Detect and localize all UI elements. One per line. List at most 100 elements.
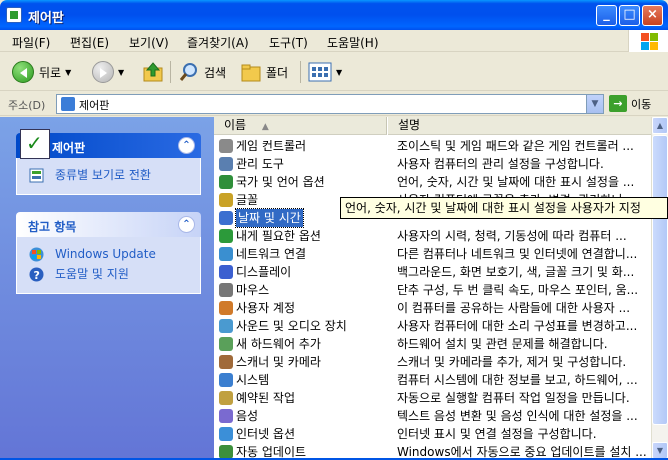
forward-button[interactable]: ▼: [92, 60, 124, 84]
menu-file[interactable]: 파일(F): [12, 34, 50, 51]
menu-favorites[interactable]: 즐겨찾기(A): [187, 34, 249, 51]
item-icon: [219, 409, 233, 423]
toolbar-separator: [170, 61, 171, 83]
help-and-support-link[interactable]: ? 도움말 및 지원: [17, 265, 200, 285]
control-panel-icon: [61, 97, 75, 111]
item-name: 날짜 및 시간: [235, 208, 304, 228]
forward-arrow-icon: [92, 61, 114, 83]
scroll-thumb[interactable]: [652, 135, 668, 425]
list-item[interactable]: 새 하드웨어 추가 하드웨어 설치 및 관련 문제를 해결합니다.: [214, 335, 651, 353]
column-header-description[interactable]: 설명: [388, 117, 651, 135]
vertical-scrollbar[interactable]: ▲ ▼: [651, 117, 668, 460]
address-dropdown-button[interactable]: ▼: [586, 95, 603, 113]
item-name: 사운드 및 오디오 장치: [236, 319, 347, 333]
item-name: 국가 및 언어 옵션: [236, 175, 325, 189]
item-name: 디스플레이: [236, 265, 292, 279]
item-name: 마우스: [236, 283, 270, 297]
back-button[interactable]: 뒤로 ▼: [12, 60, 71, 84]
minimize-button[interactable]: _: [596, 5, 617, 26]
section-body: 종류별 보기로 전환: [16, 158, 201, 195]
list-item[interactable]: 네트워크 연결 다른 컴퓨터나 네트워크 및 인터넷에 연결합니...: [214, 245, 651, 263]
menu-help[interactable]: 도움말(H): [327, 34, 379, 51]
search-button[interactable]: 검색: [178, 60, 226, 84]
item-name: 예약된 작업: [236, 391, 296, 405]
item-name: 인터넷 옵션: [236, 427, 296, 441]
list-item[interactable]: 스캐너 및 카메라 스캐너 및 카메라를 추가, 제거 및 구성합니다.: [214, 353, 651, 371]
folders-label: 폴더: [266, 65, 289, 80]
menu-bar: 파일(F) 편집(E) 보기(V) 즐겨찾기(A) 도구(T) 도움말(H): [0, 30, 668, 52]
list-item[interactable]: 예약된 작업 자동으로 실행할 컴퓨터 작업 일정을 만듭니다.: [214, 389, 651, 407]
address-bar: 주소(D) 제어판 ▼ → 이동: [0, 92, 668, 116]
item-icon: [219, 391, 233, 405]
menu-view[interactable]: 보기(V): [129, 34, 169, 51]
item-icon: [219, 175, 233, 189]
item-description: 백그라운드, 화면 보호기, 색, 글꼴 크기 및 화...: [397, 265, 635, 279]
scroll-down-button[interactable]: ▼: [652, 442, 668, 459]
collapse-chevron-icon[interactable]: ⌃: [178, 137, 195, 154]
switch-category-view-link[interactable]: 종류별 보기로 전환: [17, 166, 200, 186]
list-item[interactable]: 관리 도구 사용자 컴퓨터의 관리 설정을 구성합니다.: [214, 155, 651, 173]
list-item[interactable]: 디스플레이 백그라운드, 화면 보호기, 색, 글꼴 크기 및 화...: [214, 263, 651, 281]
item-description: 조이스틱 및 게임 패드와 같은 게임 컨트롤러 ...: [397, 139, 634, 153]
address-label: 주소(D): [8, 99, 46, 112]
list-item[interactable]: 게임 컨트롤러 조이스틱 및 게임 패드와 같은 게임 컨트롤러 ...: [214, 137, 651, 155]
title-bar[interactable]: 제어판 _ □ ×: [0, 0, 668, 30]
views-button[interactable]: ▼: [308, 60, 342, 84]
item-description: 자동으로 실행할 컴퓨터 작업 일정을 만듭니다.: [397, 391, 630, 405]
go-label: 이동: [631, 97, 652, 111]
up-folder-button[interactable]: [142, 60, 164, 84]
list-item[interactable]: 음성 텍스트 음성 변환 및 음성 인식에 대한 설정을 ...: [214, 407, 651, 425]
views-icon: [308, 62, 332, 82]
windows-update-link[interactable]: Windows Update: [17, 245, 200, 265]
list-item[interactable]: 마우스 단추 구성, 두 번 클릭 속도, 마우스 포인터, 움...: [214, 281, 651, 299]
list-item[interactable]: 인터넷 옵션 인터넷 표시 및 연결 설정을 구성합니다.: [214, 425, 651, 443]
list-item[interactable]: 국가 및 언어 옵션 언어, 숫자, 시간 및 날짜에 대한 표시 설정을 ...: [214, 173, 651, 191]
list-item[interactable]: 내게 필요한 옵션 사용자의 시력, 청력, 기동성에 따라 컴퓨터 ...: [214, 227, 651, 245]
list-item[interactable]: 사용자 계정 이 컴퓨터를 공유하는 사람들에 대한 사용자 ...: [214, 299, 651, 317]
item-icon: [219, 193, 233, 207]
control-panel-icon: [6, 7, 22, 23]
item-name: 네트워크 연결: [236, 247, 307, 261]
chevron-down-icon: ▼: [336, 67, 343, 77]
window-title: 제어판: [28, 11, 64, 26]
scroll-up-button[interactable]: ▲: [652, 117, 668, 134]
item-icon: [219, 157, 233, 171]
see-also-section-header[interactable]: 참고 항목 ⌃: [16, 212, 201, 237]
item-description: 하드웨어 설치 및 관련 문제를 해결합니다.: [397, 337, 608, 351]
section-title: 제어판: [52, 141, 86, 155]
item-icon: [219, 301, 233, 315]
search-label: 검색: [204, 65, 227, 80]
item-name: 음성: [236, 409, 259, 423]
windows-update-icon: [29, 247, 44, 262]
list-item[interactable]: 사운드 및 오디오 장치 사용자 컴퓨터에 대한 소리 구성표를 변경하고...: [214, 317, 651, 335]
link-label: 종류별 보기로 전환: [55, 168, 151, 182]
svg-text:?: ?: [34, 269, 40, 282]
control-panel-section-header[interactable]: 제어판 ⌃: [16, 129, 201, 159]
item-tooltip: 언어, 숫자, 시간 및 날짜에 대한 표시 설정을 사용자가 지정: [340, 197, 668, 219]
address-value: 제어판: [79, 99, 110, 112]
item-name: 글꼴: [236, 193, 259, 207]
close-button[interactable]: ×: [642, 5, 663, 26]
list-item[interactable]: 시스템 컴퓨터 시스템에 대한 정보를 보고, 하드웨어, ...: [214, 371, 651, 389]
menu-tools[interactable]: 도구(T): [269, 34, 308, 51]
folders-button[interactable]: 폴더: [240, 60, 288, 84]
back-arrow-icon: [12, 61, 34, 83]
item-icon: [219, 319, 233, 333]
chevron-down-icon: ▼: [65, 67, 72, 77]
item-icon: [219, 265, 233, 279]
control-panel-checklist-icon: [20, 129, 50, 159]
item-icon: [219, 355, 233, 369]
go-button[interactable]: → 이동: [609, 95, 651, 112]
maximize-button[interactable]: □: [619, 5, 640, 26]
windows-logo-icon: [628, 30, 668, 52]
item-description: 텍스트 음성 변환 및 음성 인식에 대한 설정을 ...: [397, 409, 638, 423]
address-input[interactable]: 제어판 ▼: [56, 94, 604, 114]
menu-edit[interactable]: 편집(E): [70, 34, 109, 51]
item-description: 사용자 컴퓨터의 관리 설정을 구성합니다.: [397, 157, 604, 171]
collapse-chevron-icon[interactable]: ⌃: [178, 216, 195, 233]
item-description: 단추 구성, 두 번 클릭 속도, 마우스 포인터, 움...: [397, 283, 639, 297]
item-name: 스캐너 및 카메라: [236, 355, 321, 369]
column-header-name[interactable]: 이름 ▲: [214, 117, 387, 135]
go-arrow-icon: →: [609, 95, 627, 112]
item-icon: [219, 373, 233, 387]
